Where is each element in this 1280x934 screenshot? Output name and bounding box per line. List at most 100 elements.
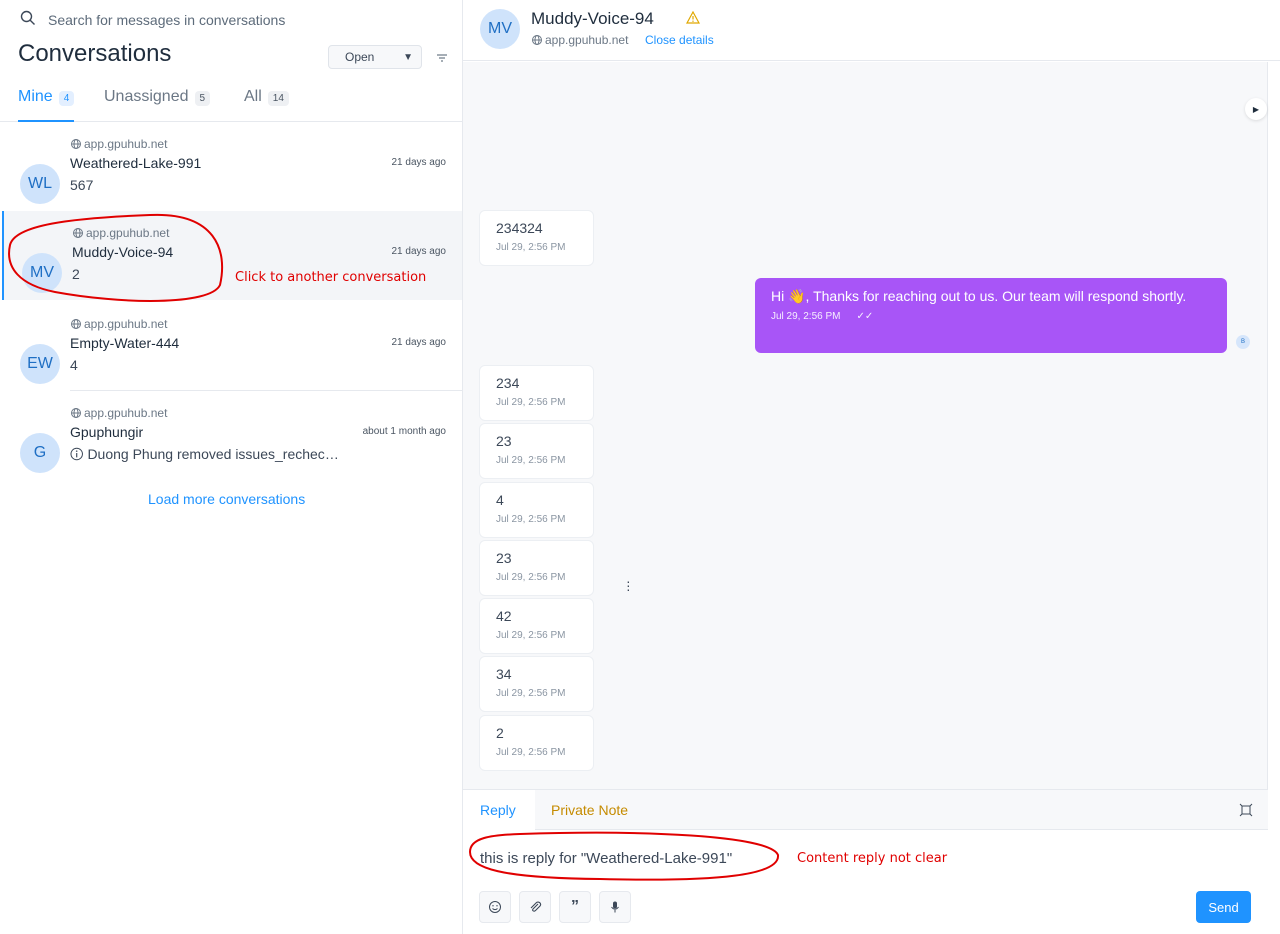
info-icon [70,447,83,461]
expand-sidebar-icon[interactable]: ▶ [1245,98,1267,120]
globe-icon [71,319,81,329]
tab-count-badge: 4 [58,91,75,106]
conversation-tabs: Mine 4 Unassigned 5 All 14 [0,82,462,122]
last-message: 567 [70,177,94,193]
quote-icon[interactable]: ” [559,891,591,923]
message-time: Jul 29, 2:56 PM [496,572,566,583]
message-time: Jul 29, 2:56 PM [496,688,566,699]
conversation-item[interactable]: app.gpuhub.net EW Empty-Water-444 21 day… [2,302,462,391]
globe-icon [71,139,81,149]
inbox-name: app.gpuhub.net [84,406,168,420]
filter-icon[interactable] [435,51,449,63]
incoming-message: 23 Jul 29, 2:56 PM [479,540,594,596]
tab-reply[interactable]: Reply [463,790,535,830]
conversation-item[interactable]: app.gpuhub.net WL Weathered-Lake-991 21 … [2,122,462,211]
microphone-icon[interactable] [599,891,631,923]
avatar: MV [22,253,62,293]
conversation-time: about 1 month ago [362,426,446,437]
inbox-label: app.gpuhub.net [531,33,628,47]
conversation-header: MV Muddy-Voice-94 app.gpuhub.net Close d… [463,0,1280,61]
inbox-name: app.gpuhub.net [545,33,629,47]
message-text: 34 [496,666,512,682]
status-select[interactable]: Open ▼ [328,45,422,69]
double-check-icon: ✓✓ [856,311,874,322]
annotation-note: Content reply not clear [797,851,948,866]
outgoing-message: Hi 👋, Thanks for reaching out to us. Our… [755,278,1227,353]
globe-icon [71,408,81,418]
agent-avatar: B [1236,335,1250,349]
incoming-message: 2 Jul 29, 2:56 PM [479,715,594,771]
conversation-item-active[interactable]: app.gpuhub.net MV Muddy-Voice-94 21 days… [2,211,462,300]
last-message: Duong Phung removed issues_rechecking [70,446,340,462]
tab-count-badge: 5 [194,91,211,106]
tab-mine[interactable]: Mine 4 [18,88,75,122]
expand-editor-icon[interactable] [1239,803,1253,817]
incoming-message: 234 Jul 29, 2:56 PM [479,365,594,421]
conversation-list-panel: Conversations Open ▼ Mine 4 Unassigned 5… [0,0,463,934]
conversation-time: 21 days ago [391,246,447,257]
tab-private-note[interactable]: Private Note [551,790,628,830]
conversation-item[interactable]: app.gpuhub.net G Gpuphungir about 1 mont… [2,391,462,480]
incoming-message: 34 Jul 29, 2:56 PM [479,656,594,712]
inbox-name: app.gpuhub.net [84,317,168,331]
incoming-message: 23 Jul 29, 2:56 PM [479,423,594,479]
app-root: Conversations Open ▼ Mine 4 Unassigned 5… [0,0,1280,934]
reply-tabs: Reply Private Note [463,790,1268,830]
avatar: WL [20,164,60,204]
globe-icon [73,228,83,238]
inbox-name: app.gpuhub.net [84,137,168,151]
emoji-icon[interactable] [479,891,511,923]
incoming-message: 234324 Jul 29, 2:56 PM [479,210,594,266]
message-time: Jul 29, 2:56 PM [771,311,841,322]
attachment-icon[interactable] [519,891,551,923]
avatar: G [20,433,60,473]
search-icon[interactable] [20,10,36,31]
avatar: EW [20,344,60,384]
conversation-time: 21 days ago [391,337,447,348]
page-title: Conversations [18,40,172,67]
message-text: 4 [496,492,504,508]
message-time: Jul 29, 2:56 PM [496,455,566,466]
message-text: 234 [496,375,520,391]
message-time: Jul 29, 2:56 PM [496,747,566,758]
status-select-value: Open [345,50,375,64]
inbox-label: app.gpuhub.net [70,406,167,420]
inbox-label: app.gpuhub.net [70,137,167,151]
send-button[interactable]: Send [1196,891,1251,923]
more-options-icon[interactable]: · · · [626,574,631,596]
inbox-label: app.gpuhub.net [70,317,167,331]
message-time: Jul 29, 2:56 PM [496,242,566,253]
message-text: 23 [496,550,512,566]
details-sidebar-collapsed [1267,62,1280,934]
last-message-text: Duong Phung removed issues_rechecking [87,446,340,462]
tab-unassigned[interactable]: Unassigned 5 [104,88,211,122]
search-input[interactable] [48,12,428,28]
message-meta: Jul 29, 2:56 PM ✓✓ [771,311,1211,322]
warning-icon [685,10,701,29]
tab-all[interactable]: All 14 [244,88,289,122]
inbox-name: app.gpuhub.net [86,226,170,240]
reply-input[interactable]: this is reply for "Weathered-Lake-991" [480,850,732,867]
contact-name: Muddy-Voice-94 [531,9,654,28]
conversation-time: 21 days ago [391,157,447,168]
message-time: Jul 29, 2:56 PM [496,514,566,525]
last-message: 2 [72,266,80,282]
tab-label: Mine [18,88,53,105]
message-text: 234324 [496,220,543,236]
message-text: 42 [496,608,512,624]
search-bar [20,10,428,30]
contact-name: Muddy-Voice-94 [72,244,174,260]
message-text: Hi 👋, Thanks for reaching out to us. Our… [771,288,1187,304]
tab-count-badge: 14 [267,91,289,106]
message-text: 23 [496,433,512,449]
tab-label: All [244,88,262,105]
close-details-link[interactable]: Close details [645,33,714,47]
chevron-down-icon: ▼ [403,52,413,63]
globe-icon [532,35,542,45]
load-more-link[interactable]: Load more conversations [148,491,305,507]
incoming-message: 42 Jul 29, 2:56 PM [479,598,594,654]
annotation-note: Click to another conversation [235,270,427,285]
inbox-label: app.gpuhub.net [72,226,169,240]
tab-label: Unassigned [104,88,189,105]
last-message: 4 [70,357,78,373]
